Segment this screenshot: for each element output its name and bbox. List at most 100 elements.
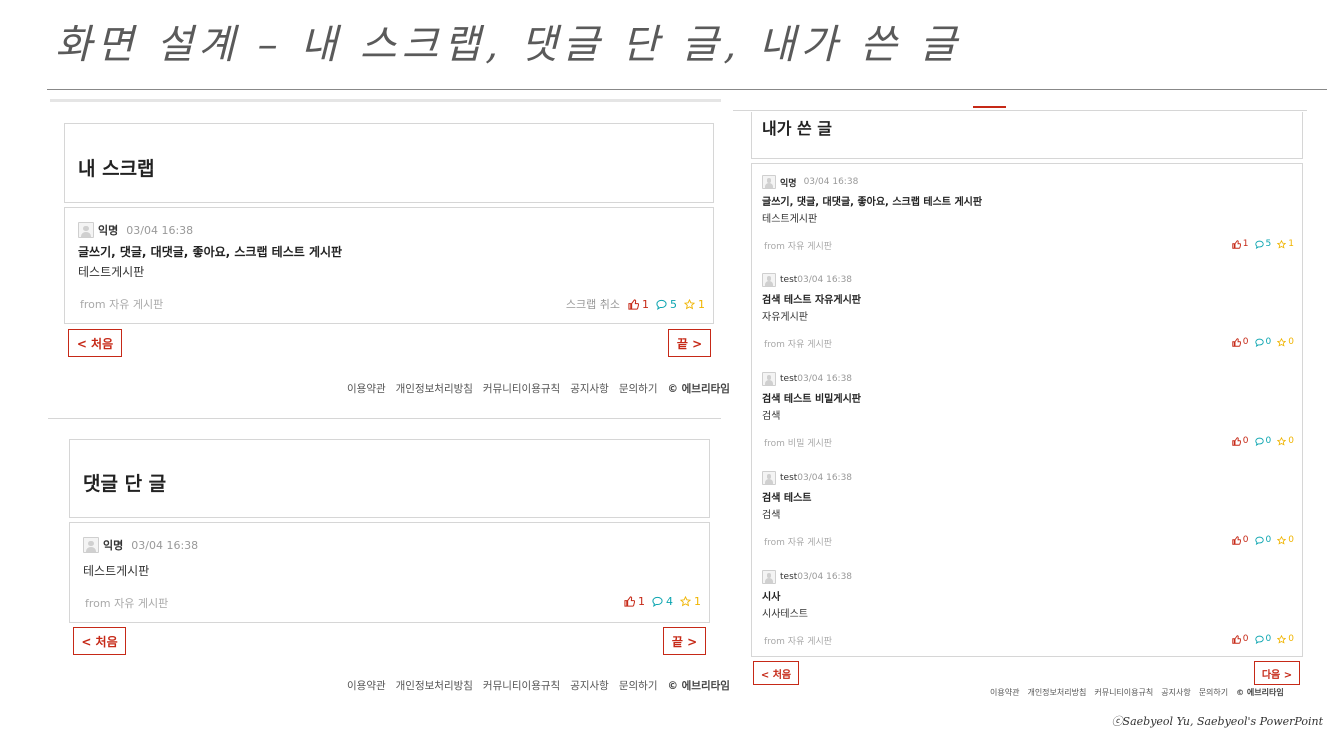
post-author: 익명 (780, 178, 797, 189)
list-item[interactable]: test 03/04 16:38 검색 테스트 자유게시판 자유게시판 from… (752, 262, 1302, 360)
post-body: 테스트게시판 (83, 564, 150, 578)
vote-count-group: 1 (628, 298, 649, 311)
first-page-button[interactable]: < 처음 (68, 329, 122, 357)
scrap-header-box: 내 스크랩 (64, 123, 714, 203)
commented-header-box: 댓글 단 글 (69, 439, 710, 518)
post-board: from 자유 게시판 (764, 538, 833, 548)
my-posts-page-title: 내가 쓴 글 (762, 119, 833, 138)
comment-count-group: 5 (656, 298, 677, 311)
footer-link-notice[interactable]: 공지사항 (1161, 687, 1190, 698)
footer-link-terms[interactable]: 이용약관 (347, 678, 386, 693)
comment-count: 0 (1265, 634, 1272, 644)
last-page-button[interactable]: 끝 > (668, 329, 711, 357)
comment-count: 0 (1265, 535, 1272, 545)
scrap-cancel-button[interactable]: 스크랩 취소 (566, 296, 620, 312)
my-posts-header-box: 내가 쓴 글 (751, 112, 1303, 159)
vote-count: 0 (1242, 436, 1249, 446)
post-author: 익명 (98, 224, 119, 237)
star-icon (1277, 239, 1287, 249)
scrap-count-group: 0 (1277, 535, 1294, 545)
next-page-button[interactable]: 다음 > (1254, 661, 1300, 685)
footer-link-contact[interactable]: 문의하기 (619, 381, 658, 396)
post-meta: test 03/04 16:38 (762, 570, 852, 584)
post-board: from 자유 게시판 (85, 597, 169, 610)
post-meta: test 03/04 16:38 (762, 273, 852, 287)
post-time: 03/04 16:38 (797, 572, 853, 582)
first-page-button[interactable]: < 처음 (73, 627, 126, 655)
last-page-button[interactable]: 끝 > (663, 627, 706, 655)
vote-count-group: 0 (1232, 436, 1249, 446)
slide-title: 화면 설계 – 내 스크랩, 댓글 단 글, 내가 쓴 글 (55, 22, 962, 68)
speech-bubble-icon (652, 596, 663, 607)
post-author: test (780, 374, 798, 384)
list-item[interactable]: test 03/04 16:38 검색 테스트 비밀게시판 검색 from 비밀… (752, 361, 1302, 459)
scrap-count-group: 1 (680, 595, 701, 608)
footer-link-privacy[interactable]: 개인정보처리방침 (396, 678, 473, 693)
vote-count-group: 1 (1232, 239, 1249, 249)
speech-bubble-icon (1254, 240, 1264, 249)
footer-link-notice[interactable]: 공지사항 (570, 381, 609, 396)
post-title: 검색 테스트 자유게시판 (762, 295, 861, 306)
thumbs-up-icon (628, 298, 639, 310)
section-divider (48, 418, 721, 419)
star-icon (1277, 634, 1287, 644)
my-posts-list: 익명 03/04 16:38 글쓰기, 댓글, 대댓글, 좋아요, 스크랩 테스… (751, 163, 1303, 657)
list-item[interactable]: test 03/04 16:38 시사 시사테스트 from 자유 게시판 0 … (752, 559, 1302, 657)
vote-count: 1 (642, 297, 649, 311)
post-title: 검색 테스트 (762, 493, 812, 504)
footer-link-rules[interactable]: 커뮤니티이용규칙 (483, 381, 560, 396)
list-item[interactable]: 익명 03/04 16:38 테스트게시판 from 자유 게시판 1 4 1 (70, 523, 709, 624)
footer-link-privacy[interactable]: 개인정보처리방침 (1027, 687, 1086, 698)
footer-link-contact[interactable]: 문의하기 (619, 678, 658, 693)
post-meta: 익명 03/04 16:38 (78, 222, 193, 238)
scrap-count-group: 1 (1277, 239, 1294, 249)
user-avatar-icon (762, 372, 776, 386)
footer-link-rules[interactable]: 커뮤니티이용규칙 (483, 678, 560, 693)
scrap-post-list: 익명 03/04 16:38 글쓰기, 댓글, 대댓글, 좋아요, 스크랩 테스… (64, 207, 714, 324)
footer-link-terms[interactable]: 이용약관 (990, 687, 1019, 698)
user-avatar-icon (762, 570, 776, 584)
post-board: from 자유 게시판 (764, 340, 833, 350)
user-avatar-icon (78, 222, 94, 238)
star-icon (1277, 337, 1287, 347)
list-item[interactable]: 익명 03/04 16:38 글쓰기, 댓글, 대댓글, 좋아요, 스크랩 테스… (65, 208, 713, 325)
post-body: 검색 (762, 411, 781, 422)
post-body: 테스트게시판 (762, 214, 818, 225)
post-title: 글쓰기, 댓글, 대댓글, 좋아요, 스크랩 테스트 게시판 (78, 245, 343, 259)
post-meta: test 03/04 16:38 (762, 471, 852, 485)
speech-bubble-icon (1254, 635, 1264, 644)
footer-link-rules[interactable]: 커뮤니티이용규칙 (1094, 687, 1153, 698)
list-item[interactable]: 익명 03/04 16:38 글쓰기, 댓글, 대댓글, 좋아요, 스크랩 테스… (752, 164, 1302, 262)
author-credit: ⓒSaebyeol Yu, Saebyeol's PowerPoint (1111, 715, 1323, 728)
post-meta: 익명 03/04 16:38 (83, 537, 198, 553)
vote-count-group: 0 (1232, 337, 1249, 347)
comment-count-group: 0 (1254, 436, 1271, 446)
post-time: 03/04 16:38 (803, 177, 859, 187)
vote-count-group: 0 (1232, 634, 1249, 644)
footer-links: 이용약관 개인정보처리방침 커뮤니티이용규칙 공지사항 문의하기 © 에브리타임 (347, 678, 730, 693)
first-page-button[interactable]: < 처음 (753, 661, 799, 685)
post-time: 03/04 16:38 (797, 473, 853, 483)
vote-count: 0 (1242, 634, 1249, 644)
post-board: from 자유 게시판 (80, 298, 164, 311)
active-tab-indicator (973, 106, 1006, 108)
footer-link-terms[interactable]: 이용약관 (347, 381, 386, 396)
commented-post-list: 익명 03/04 16:38 테스트게시판 from 자유 게시판 1 4 1 (69, 522, 710, 623)
footer-link-contact[interactable]: 문의하기 (1199, 687, 1228, 698)
post-title: 글쓰기, 댓글, 대댓글, 좋아요, 스크랩 테스트 게시판 (762, 197, 983, 208)
footer-link-notice[interactable]: 공지사항 (570, 678, 609, 693)
panel-top-divider (733, 110, 1307, 111)
footer-link-privacy[interactable]: 개인정보처리방침 (396, 381, 473, 396)
list-item[interactable]: test 03/04 16:38 검색 테스트 검색 from 자유 게시판 0… (752, 460, 1302, 558)
footer-links: 이용약관 개인정보처리방침 커뮤니티이용규칙 공지사항 문의하기 © 에브리타임 (990, 687, 1284, 698)
speech-bubble-icon (656, 299, 667, 310)
footer-copyright: © 에브리타임 (1236, 688, 1284, 697)
comment-count-group: 0 (1254, 634, 1272, 644)
scrap-count-group: 1 (684, 298, 705, 311)
vote-count-group: 0 (1232, 535, 1249, 545)
star-icon (680, 596, 691, 607)
post-body: 자유게시판 (762, 312, 808, 323)
comment-count-group: 0 (1254, 337, 1271, 347)
user-avatar-icon (83, 537, 99, 553)
user-avatar-icon (762, 471, 776, 485)
